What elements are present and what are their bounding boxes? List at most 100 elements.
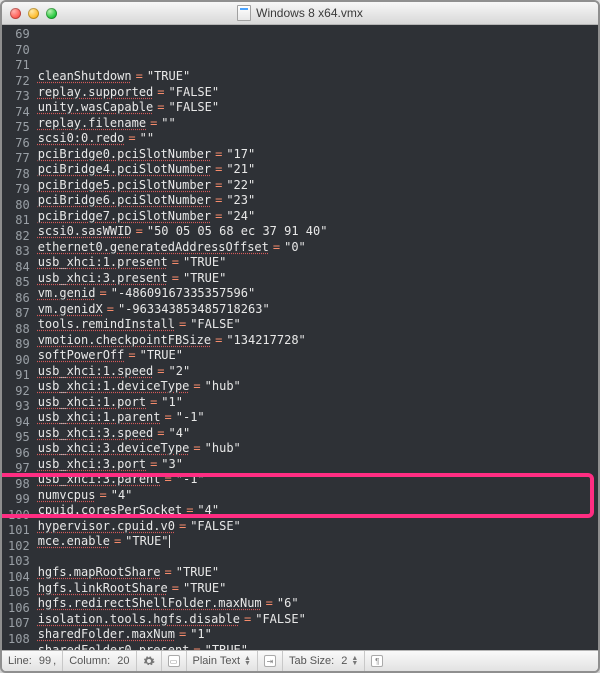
- equals-operator: =: [95, 488, 110, 504]
- config-key: unity.wasCapable: [38, 100, 154, 116]
- code-line[interactable]: pciBridge6.pciSlotNumber="23": [38, 193, 598, 209]
- code-line[interactable]: vm.genidX="-963343853485718263": [38, 302, 598, 318]
- code-line[interactable]: usb_xhci:3.speed="4": [38, 426, 598, 442]
- code-line[interactable]: replay.filename="": [38, 116, 598, 132]
- equals-operator: =: [211, 333, 226, 349]
- code-line[interactable]: cleanShutdown="TRUE": [38, 69, 598, 85]
- config-key: tools.remindInstall: [38, 317, 175, 333]
- code-line[interactable]: pciBridge5.pciSlotNumber="22": [38, 178, 598, 194]
- config-key: usb_xhci:1.present: [38, 255, 168, 271]
- config-key: cpuid.coresPerSocket: [38, 503, 183, 519]
- code-line[interactable]: usb_xhci:1.speed="2": [38, 364, 598, 380]
- code-line[interactable]: pciBridge0.pciSlotNumber="17": [38, 147, 598, 163]
- code-line[interactable]: usb_xhci:1.deviceType="hub": [38, 379, 598, 395]
- code-line[interactable]: softPowerOff="TRUE": [38, 348, 598, 364]
- title-bar[interactable]: Windows 8 x64.vmx: [2, 2, 598, 25]
- code-line[interactable]: usb_xhci:1.parent="-1": [38, 410, 598, 426]
- equals-operator: =: [161, 472, 176, 488]
- code-line[interactable]: ethernet0.generatedAddressOffset="0": [38, 240, 598, 256]
- line-number: 81: [8, 213, 30, 229]
- config-key: sharedFolder.maxNum: [38, 627, 175, 643]
- equals-operator: =: [175, 519, 190, 535]
- status-tab-label: Tab Size:: [289, 655, 334, 667]
- config-value: "6": [277, 596, 299, 612]
- status-lineendings[interactable]: ¶: [365, 651, 389, 671]
- code-line[interactable]: hypervisor.cpuid.v0="FALSE": [38, 519, 598, 535]
- equals-operator: =: [168, 271, 183, 287]
- equals-operator: =: [153, 100, 168, 116]
- code-line[interactable]: mce.enable="TRUE": [38, 534, 598, 550]
- code-line[interactable]: sharedFolder0.present="TRUE": [38, 643, 598, 651]
- code-line[interactable]: scsi0.sasWWID="50 05 05 68 ec 37 91 40": [38, 224, 598, 240]
- config-key: vm.genidX: [38, 302, 103, 318]
- equals-operator: =: [132, 224, 147, 240]
- code-line[interactable]: usb_xhci:3.parent="-1": [38, 472, 598, 488]
- code-line[interactable]: pciBridge4.pciSlotNumber="21": [38, 162, 598, 178]
- config-value: "FALSE": [169, 85, 220, 101]
- status-column[interactable]: Column: 20: [63, 651, 136, 671]
- config-value: "TRUE": [205, 643, 248, 651]
- code-line[interactable]: scsi0:0.redo="": [38, 131, 598, 147]
- title-caption: Windows 8 x64.vmx: [2, 5, 598, 21]
- config-value: "2": [169, 364, 191, 380]
- minimize-button[interactable]: [28, 8, 39, 19]
- line-number: 84: [8, 260, 30, 276]
- line-number: 87: [8, 306, 30, 322]
- config-value: "TRUE": [140, 348, 183, 364]
- status-doc[interactable]: ▭: [162, 651, 187, 671]
- code-area[interactable]: cleanShutdown="TRUE"replay.supported="FA…: [38, 25, 598, 650]
- code-line[interactable]: hgfs.redirectShellFolder.maxNum="6": [38, 596, 598, 612]
- line-number: 97: [8, 461, 30, 477]
- config-value: "-1": [176, 410, 205, 426]
- line-number: 108: [8, 632, 30, 648]
- code-line[interactable]: numvcpus="4": [38, 488, 598, 504]
- code-line[interactable]: tools.remindInstall="FALSE": [38, 317, 598, 333]
- code-line[interactable]: [38, 550, 598, 566]
- config-value: "134217728": [226, 333, 305, 349]
- code-line[interactable]: usb_xhci:1.present="TRUE": [38, 255, 598, 271]
- close-button[interactable]: [10, 8, 21, 19]
- code-line[interactable]: usb_xhci:3.present="TRUE": [38, 271, 598, 287]
- config-key: isolation.tools.hgfs.disable: [38, 612, 240, 628]
- config-value: "3": [161, 457, 183, 473]
- config-key: pciBridge7.pciSlotNumber: [38, 209, 211, 225]
- config-value: "24": [226, 209, 255, 225]
- status-line[interactable]: Line: 99 ,: [2, 651, 63, 671]
- status-gear[interactable]: [137, 651, 162, 671]
- equals-operator: =: [103, 302, 118, 318]
- line-number: 99: [8, 492, 30, 508]
- code-line[interactable]: isolation.tools.hgfs.disable="FALSE": [38, 612, 598, 628]
- code-line[interactable]: usb_xhci:1.port="1": [38, 395, 598, 411]
- code-line[interactable]: unity.wasCapable="FALSE": [38, 100, 598, 116]
- status-tabsize[interactable]: Tab Size: 2 ▲▼: [283, 651, 365, 671]
- code-line[interactable]: cpuid.coresPerSocket="4": [38, 503, 598, 519]
- status-col-value: 20: [117, 655, 129, 667]
- code-line[interactable]: usb_xhci:3.port="3": [38, 457, 598, 473]
- config-key: scsi0.sasWWID: [38, 224, 132, 240]
- equals-operator: =: [124, 348, 139, 364]
- config-value: "hub": [205, 379, 241, 395]
- config-value: "FALSE": [190, 519, 241, 535]
- code-line[interactable]: pciBridge7.pciSlotNumber="24": [38, 209, 598, 225]
- editor-area[interactable]: 6970717273747576777879808182838485868788…: [2, 25, 598, 650]
- code-line[interactable]: hgfs.linkRootShare="TRUE": [38, 581, 598, 597]
- line-number: 107: [8, 616, 30, 632]
- line-number: 76: [8, 136, 30, 152]
- code-line[interactable]: sharedFolder.maxNum="1": [38, 627, 598, 643]
- code-line[interactable]: hgfs.mapRootShare="TRUE": [38, 565, 598, 581]
- config-key: hgfs.linkRootShare: [38, 581, 168, 597]
- code-line[interactable]: vmotion.checkpointFBSize="134217728": [38, 333, 598, 349]
- zoom-button[interactable]: [46, 8, 57, 19]
- line-number: 105: [8, 585, 30, 601]
- line-number: 89: [8, 337, 30, 353]
- code-line[interactable]: vm.genid="-48609167335357596": [38, 286, 598, 302]
- config-value: "4": [111, 488, 133, 504]
- equals-operator: =: [240, 612, 255, 628]
- config-key: softPowerOff: [38, 348, 125, 364]
- status-syntax[interactable]: Plain Text ▲▼: [187, 651, 258, 671]
- line-number: 82: [8, 229, 30, 245]
- code-line[interactable]: usb_xhci:3.deviceType="hub": [38, 441, 598, 457]
- code-line[interactable]: replay.supported="FALSE": [38, 85, 598, 101]
- status-indent[interactable]: ⇥: [258, 651, 283, 671]
- config-key: vm.genid: [38, 286, 96, 302]
